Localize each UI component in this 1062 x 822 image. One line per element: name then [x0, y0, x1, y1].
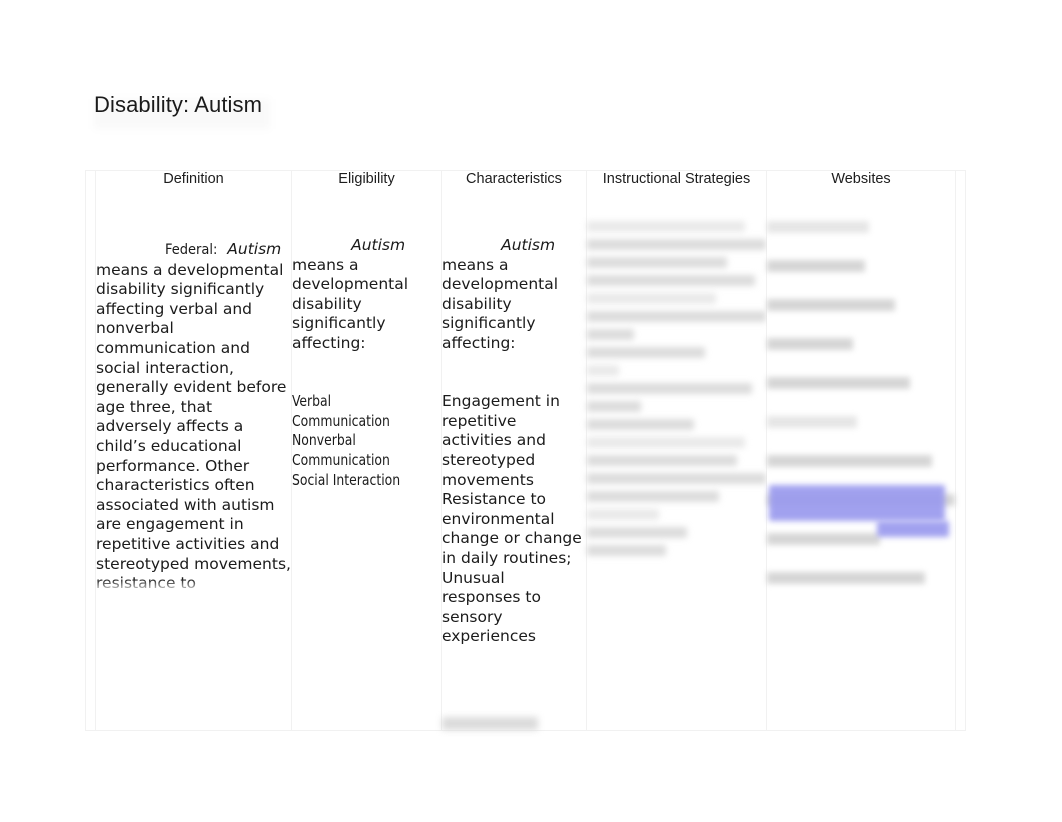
redacted-text-line — [587, 256, 727, 268]
table-header-row: Definition Eligibility Characteristics I… — [85, 170, 966, 195]
column-header-definition: Definition — [95, 170, 292, 195]
disability-table-grid: Definition Eligibility Characteristics I… — [85, 170, 966, 731]
redacted-text-line — [587, 508, 659, 520]
cell-instructional-strategies — [586, 194, 767, 731]
redacted-text-line — [767, 532, 880, 545]
redacted-text-line — [767, 454, 933, 467]
redacted-text-line — [587, 346, 706, 358]
redacted-text-line — [587, 220, 745, 232]
redacted-text-line — [587, 310, 766, 322]
definition-clip: Federal: Autism means a developmental di… — [96, 195, 291, 595]
page-title: Disability: Autism — [94, 92, 263, 117]
redacted-text-line — [767, 259, 865, 272]
redacted-text-line — [587, 400, 641, 412]
characteristics-spacer — [442, 373, 586, 392]
redacted-text-line — [587, 328, 634, 340]
redacted-text-line — [587, 490, 720, 502]
document-page: Disability: Autism Definition Eligibilit… — [0, 0, 1062, 822]
redacted-text-line — [767, 298, 895, 311]
characteristics-body: Engagement in repetitive activities and … — [442, 392, 582, 646]
redacted-text-line — [587, 436, 745, 448]
redacted-text-line — [587, 364, 620, 376]
column-header-websites: Websites — [766, 170, 956, 195]
redacted-text-line — [587, 238, 766, 250]
redacted-text-line — [767, 220, 869, 233]
gutter-right — [955, 170, 966, 195]
eligibility-items: Verbal Communication Nonverbal Communica… — [292, 392, 401, 489]
characteristics-redacted-smudge — [442, 716, 538, 730]
redacted-text-line — [587, 472, 766, 484]
redacted-text-line — [587, 526, 688, 538]
redacted-text-line — [767, 571, 925, 584]
column-header-eligibility: Eligibility — [291, 170, 442, 195]
table-body-row: Federal: Autism means a developmental di… — [85, 194, 966, 731]
definition-text: Federal: Autism means a developmental di… — [96, 195, 291, 595]
redacted-text-line — [587, 454, 738, 466]
gutter-left-body — [85, 194, 96, 731]
redacted-text-line — [587, 418, 695, 430]
cell-characteristics: Autism means a developmental disability … — [441, 194, 587, 731]
text-selection-highlight-tail[interactable] — [877, 520, 949, 537]
definition-label: Federal: — [164, 242, 218, 259]
eligibility-spacer — [292, 373, 441, 392]
gutter-right-body — [955, 194, 966, 731]
gutter-left — [85, 170, 96, 195]
redacted-text-line — [587, 274, 756, 286]
column-header-instructional-strategies: Instructional Strategies — [586, 170, 767, 195]
redacted-text-line — [587, 292, 716, 304]
definition-body: means a developmental disability signifi… — [96, 260, 291, 595]
redacted-text-line — [587, 382, 752, 394]
eligibility-term: Autism — [351, 236, 406, 255]
instructional-strategies-blurred-content — [587, 195, 766, 556]
definition-term: Autism — [227, 240, 282, 259]
cell-websites — [766, 194, 956, 731]
redacted-text-line — [587, 544, 666, 556]
disability-table: Definition Eligibility Characteristics I… — [85, 170, 966, 731]
redacted-text-line — [767, 337, 854, 350]
text-selection-highlight[interactable] — [769, 484, 945, 521]
cell-definition: Federal: Autism means a developmental di… — [95, 194, 292, 731]
redacted-text-line — [767, 376, 910, 389]
characteristics-lead-paragraph: Autism means a developmental disability … — [442, 195, 586, 374]
redacted-text-line — [767, 415, 858, 428]
characteristics-term: Autism — [501, 236, 556, 255]
eligibility-lead-paragraph: Autism means a developmental disability … — [292, 195, 441, 374]
column-header-characteristics: Characteristics — [441, 170, 587, 195]
cell-eligibility: Autism means a developmental disability … — [291, 194, 442, 731]
